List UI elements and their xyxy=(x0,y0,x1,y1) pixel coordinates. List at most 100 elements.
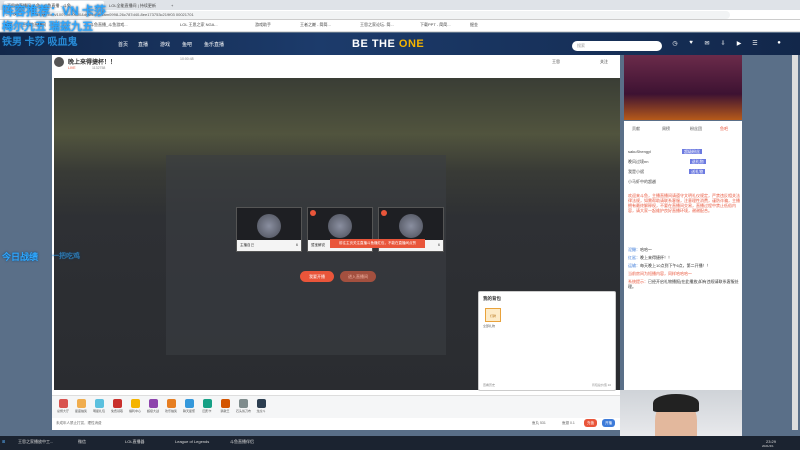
site-logo[interactable]: BE THE ONE xyxy=(352,38,424,50)
backpack-item-name: 全部礼物 xyxy=(483,324,496,328)
chat-message: 系统提示：已经开启礼物播报(在此播放)如有违规请联系客服处理。 xyxy=(628,279,739,289)
card-name: 鹭宝解说 xyxy=(311,243,325,247)
toolbar-item[interactable]: 欢乐抽奖 xyxy=(164,399,178,413)
bookmark-item[interactable]: LOL 王思之家 NGA... xyxy=(180,22,218,28)
toolbar-item[interactable]: 聊天星聚 xyxy=(182,399,196,413)
search-input[interactable]: 搜索 xyxy=(572,41,662,51)
taskbar-item[interactable]: 微信 xyxy=(78,439,86,445)
nav-home[interactable]: 首页 xyxy=(118,41,128,48)
backpack-popup: 我的背包 灯牌 全部礼物 查看历史 背包总价值 10 xyxy=(478,291,616,391)
toolbar-item[interactable]: 超级大战 xyxy=(146,399,160,413)
webcam-overlay xyxy=(620,390,742,436)
hero-portrait xyxy=(399,214,423,238)
taskbar-item[interactable]: 斗鱼直播伴侣 xyxy=(230,439,254,445)
broadcast-button[interactable]: 开播 xyxy=(602,419,615,427)
browser-tab-bar: 王思的直播间 斗鱼 | 斗鱼直播 - 斗鱼... LOL全能直播间 | 持续更新… xyxy=(0,0,800,10)
backpack-item[interactable]: 灯牌 xyxy=(485,308,501,322)
download-icon[interactable]: ⇩ xyxy=(716,40,730,47)
toolbar-item[interactable]: 免费领取 xyxy=(110,399,124,413)
taskbar: ⊞ 王思之家播放中工... 微信 LOL直播器 League of Legend… xyxy=(0,436,800,450)
history-icon[interactable]: ◷ xyxy=(668,40,682,47)
bookmark-item[interactable]: 斗鱼直播_斗鱼游戏... xyxy=(90,22,128,28)
anchor-avatar[interactable] xyxy=(54,57,64,67)
status-notice: 未成年人禁止打赏，理性消费 xyxy=(56,421,102,425)
fan-row[interactable]: sakuShengyl 超级粉丝 xyxy=(628,147,703,156)
chat-message: 运输：每天晚上10点到下午6点，第二开播！！ xyxy=(628,263,711,268)
hot-icon xyxy=(381,210,387,216)
broadcast-icon[interactable]: ▶ xyxy=(732,40,746,47)
hot-icon xyxy=(310,210,316,216)
overlay-today: 今日战绩 xyxy=(2,252,39,262)
message-icon[interactable]: ✉ xyxy=(700,40,714,47)
tab-lol[interactable]: LOL全能直播间 | 持续更新 xyxy=(106,1,166,10)
toolbar-item[interactable]: 福利中心 xyxy=(128,399,142,413)
toolbar-item[interactable]: 明星礼包 xyxy=(92,399,106,413)
overlay-lineup: 阵容推荐：VN 卡莎 xyxy=(2,4,107,18)
backpack-history-link[interactable]: 查看历史 xyxy=(483,383,495,387)
toolbar-item[interactable]: 龙虎斗 xyxy=(254,399,268,413)
overlay-line2: 梅尔九五 瑞兹九五 xyxy=(2,21,94,33)
taskbar-item[interactable]: 王思之家播放中工... xyxy=(18,439,53,445)
status-row: 未成年人禁止打赏，理性消费 鱼丸 531 鱼翅 0.1 充值 开播 xyxy=(52,418,620,428)
nav-yuba[interactable]: 鱼吧 xyxy=(182,41,192,48)
follow-icon[interactable]: ♥ xyxy=(684,40,698,46)
room-title: 晚上来得捷杯！！ xyxy=(68,60,117,66)
nav-game[interactable]: 游戏 xyxy=(160,41,170,48)
card-name: 主播自己 xyxy=(240,243,254,247)
bookmark-item[interactable]: 游戏助手 xyxy=(255,22,271,28)
follow-button[interactable]: 关注 xyxy=(600,59,608,65)
room-time: 10:00:48 xyxy=(180,57,194,61)
tab-yuba[interactable]: 鱼吧 xyxy=(720,126,728,132)
hero-portrait xyxy=(328,214,352,238)
anchor-name: 王思 xyxy=(552,59,560,64)
taskbar-item[interactable]: League of Legends xyxy=(175,439,209,444)
avatar[interactable]: ● xyxy=(772,40,786,46)
toolbar-item[interactable]: 猜歌王 xyxy=(218,399,232,413)
recharge-button[interactable]: 充值 xyxy=(584,419,597,427)
fan-row[interactable]: 晚风过境nn 送礼物 xyxy=(628,157,706,166)
toolbar-item[interactable]: 回形卡 xyxy=(200,399,214,413)
hero-card[interactable]: 主播自己 6 xyxy=(236,207,302,252)
fan-row[interactable]: 小马虾中的超越 xyxy=(628,177,656,186)
taskbar-item[interactable]: LOL直播器 xyxy=(125,439,145,445)
new-tab-button[interactable]: + xyxy=(168,1,178,10)
gift-toolbar: 总督大厅 星座抽奖 明星礼包 免费领取 福利中心 超级大战 欢乐抽奖 聊天星聚 … xyxy=(52,395,620,418)
tooltip-banner: 前往主页关注直播斗鱼赚红包，不能在直播间点赞 xyxy=(330,239,425,248)
url-input[interactable]: douyu.com/100?rid=0000&dyshid=0-4am0998-… xyxy=(30,11,730,19)
toolbar-item[interactable]: 星座抽奖 xyxy=(74,399,88,413)
bookmark-item[interactable]: 下载PPT - 简简... xyxy=(420,22,451,28)
address-bar: ← ⟳ douyu.com/100?rid=0000&dyshid=0-4am0… xyxy=(0,10,800,20)
event-banner[interactable] xyxy=(624,55,742,120)
room-header: 晚上来得捷杯！！ LIVE 1132758 10:00:48 王思 关注 xyxy=(52,55,620,75)
start-live-button[interactable]: 我要开播 xyxy=(300,271,334,282)
bookmark-item[interactable]: 王思之家论坛- 简... xyxy=(360,22,394,28)
site-header: 首页 直播 游戏 鱼吧 鱼乐直播 BE THE ONE 搜索 ◷ ♥ ✉ ⇩ ▶… xyxy=(0,33,800,55)
hero-portrait xyxy=(257,214,281,238)
overlay-today-val: 一把吃鸡 xyxy=(52,253,80,260)
bookmark-item[interactable]: 掘金 xyxy=(470,22,478,28)
bookmark-bar: 应用 王思的直播间 斗鱼直播_斗鱼游戏... LOL 王思之家 NGA... 游… xyxy=(0,20,800,32)
toolbar-item[interactable]: 总督大厅 xyxy=(56,399,70,413)
task-icon[interactable]: ☰ xyxy=(748,40,762,47)
room-notice: 欢迎来斗鱼，主播直播间请遵守文明礼仪规定，严禁违反相关法律法规，如需帮助请联系客… xyxy=(628,193,740,213)
start-icon[interactable]: ⊞ xyxy=(2,439,5,444)
backpack-total: 背包总价值 10 xyxy=(591,383,611,387)
chat-panel: 贡献 周榜 粉丝团 鱼吧 sakuShengyl 超级粉丝 晚风过境nn 送礼物… xyxy=(624,121,742,430)
backpack-title: 我的背包 xyxy=(483,296,501,301)
tab-weekly[interactable]: 周榜 xyxy=(662,126,670,132)
fan-row[interactable]: 我是小斌 送礼物 xyxy=(628,167,706,176)
nav-live[interactable]: 直播 xyxy=(138,41,148,48)
page-scrollbar[interactable] xyxy=(792,55,798,430)
bookmark-item[interactable]: 王者之巅 - 简简... xyxy=(300,22,331,28)
toolbar-item[interactable]: 石头剪刀布 xyxy=(236,399,251,413)
live-badge: LIVE xyxy=(68,66,76,70)
nav-event[interactable]: 鱼乐直播 xyxy=(204,41,224,48)
tab-contribution[interactable]: 贡献 xyxy=(632,126,640,132)
fish-ball-count: 鱼丸 531 xyxy=(532,421,546,425)
room-id: 1132758 xyxy=(92,66,106,70)
game-panel xyxy=(166,155,446,355)
chat-message: 当前房间为短播内容，同样哈哈哈～ xyxy=(628,271,692,276)
enter-room-button[interactable]: 进入直播间 xyxy=(340,271,376,282)
fish-fin-count: 鱼翅 0.1 xyxy=(562,421,575,425)
tab-fans[interactable]: 粉丝团 xyxy=(690,126,702,132)
